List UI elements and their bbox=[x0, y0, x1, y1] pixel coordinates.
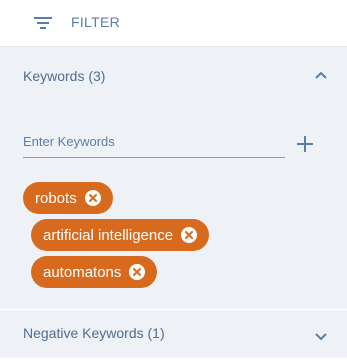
keyword-input[interactable] bbox=[23, 129, 285, 153]
keyword-chip: artificial intelligence bbox=[31, 219, 210, 251]
filter-panel: FILTER Keywords (3) robots artificial in… bbox=[0, 0, 347, 360]
chevron-up-icon[interactable] bbox=[314, 70, 328, 80]
negative-keywords-section-header[interactable]: Negative Keywords (1) bbox=[0, 310, 347, 358]
keyword-chip-label: artificial intelligence bbox=[43, 226, 174, 244]
add-keyword-button[interactable] bbox=[294, 133, 316, 155]
negative-keywords-title: Negative Keywords (1) bbox=[23, 325, 165, 341]
keyword-input-wrapper bbox=[23, 129, 285, 158]
keywords-section-header[interactable]: Keywords (3) bbox=[0, 47, 347, 102]
keyword-chip: automatons bbox=[31, 256, 158, 288]
keywords-section-body: robots artificial intelligence automaton… bbox=[0, 102, 347, 309]
remove-chip-icon[interactable] bbox=[129, 264, 146, 280]
filter-label[interactable]: FILTER bbox=[71, 14, 120, 30]
keywords-title: Keywords (3) bbox=[23, 68, 106, 84]
keyword-chip: robots bbox=[23, 182, 113, 214]
remove-chip-icon[interactable] bbox=[84, 190, 101, 206]
filter-header[interactable]: FILTER bbox=[0, 0, 347, 47]
keyword-chip-label: automatons bbox=[43, 263, 122, 281]
filter-icon[interactable] bbox=[32, 14, 54, 32]
chevron-down-icon[interactable] bbox=[314, 331, 328, 341]
remove-chip-icon[interactable] bbox=[181, 227, 198, 243]
keyword-chip-label: robots bbox=[35, 189, 77, 207]
